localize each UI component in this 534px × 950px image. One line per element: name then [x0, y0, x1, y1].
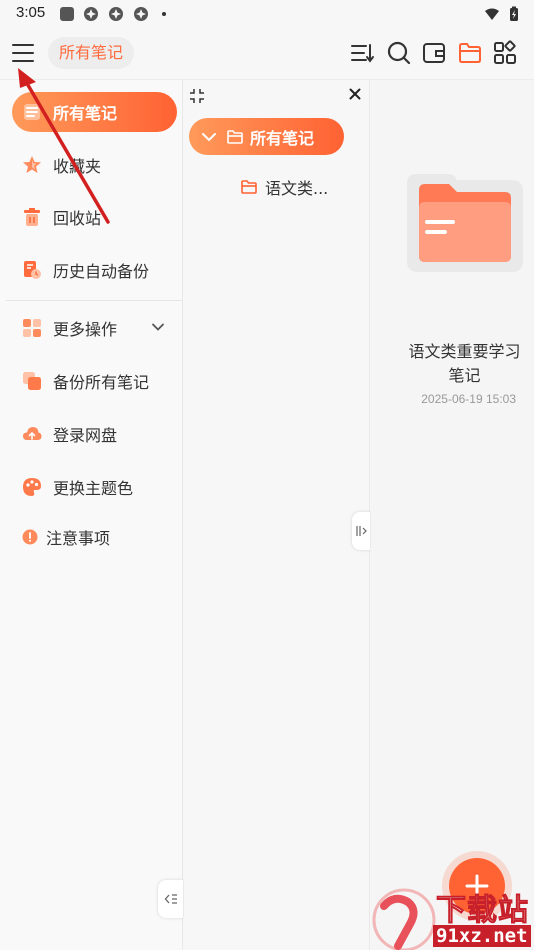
- notification-square-icon: [60, 7, 74, 21]
- sidebar-item-change-theme-color[interactable]: 更换主题色: [12, 467, 177, 507]
- sidebar-item-label: 注意事项: [46, 529, 111, 548]
- cloud-upload-icon: [23, 427, 42, 440]
- notes-content-panel: 语文类重要学习笔记 2025-06-19 15:03: [371, 80, 534, 950]
- palette-icon: [23, 478, 41, 496]
- info-alert-icon: [22, 529, 38, 545]
- sidebar-item-auto-backup-history[interactable]: 历史自动备份: [12, 250, 177, 290]
- tree-root-all-notes[interactable]: 所有笔记: [189, 118, 344, 155]
- notes-list-icon: [24, 104, 40, 120]
- battery-icon: [510, 6, 518, 21]
- folder-view-icon[interactable]: [457, 40, 483, 66]
- sidebar-item-label: 回收站: [53, 209, 102, 228]
- more-notifications-dot: [162, 12, 166, 16]
- grid-apps-icon[interactable]: [492, 40, 518, 66]
- sidebar-item-notes-precautions[interactable]: 注意事项: [12, 517, 177, 557]
- watermark-text: 下载站: [436, 893, 529, 929]
- sidebar-item-all-notes[interactable]: 所有笔记: [12, 92, 177, 132]
- sidebar-item-label: 历史自动备份: [53, 262, 150, 281]
- sidebar-divider: [6, 300, 183, 301]
- wallet-icon[interactable]: [421, 40, 447, 66]
- sidebar-item-more-actions[interactable]: 更多操作: [12, 308, 177, 348]
- folder-tree-panel: 所有笔记 语文类...: [184, 80, 370, 950]
- chevron-down-icon[interactable]: [200, 128, 218, 146]
- notification-app-icon: [109, 7, 123, 21]
- hamburger-menu-icon[interactable]: [11, 41, 35, 65]
- tree-root-label: 所有笔记: [250, 128, 315, 148]
- notification-app-icon: [134, 7, 148, 21]
- note-date: 2025-06-19 15:03: [421, 392, 516, 406]
- wifi-icon: [485, 8, 499, 20]
- sidebar-item-label: 更多操作: [53, 320, 118, 339]
- sidebar-item-label: 登录网盘: [53, 426, 118, 445]
- close-icon[interactable]: [347, 86, 363, 102]
- sidebar-item-label: 备份所有笔记: [53, 373, 150, 392]
- sidebar-item-login-cloud-drive[interactable]: 登录网盘: [12, 414, 177, 454]
- notification-app-icon: [84, 7, 98, 21]
- more-actions-icon: [23, 319, 41, 337]
- collapse-sidebar-button[interactable]: [158, 880, 183, 918]
- backup-copy-icon: [23, 372, 41, 390]
- note-card[interactable]: 语文类重要学习笔记 2025-06-19 15:03: [371, 170, 534, 410]
- tree-folder-label: 语文类...: [265, 179, 329, 198]
- shrink-icon[interactable]: [189, 88, 205, 104]
- folder-icon: [241, 180, 257, 194]
- note-title: 语文类重要学习笔记: [408, 342, 521, 385]
- sidebar-item-label: 更换主题色: [53, 479, 134, 498]
- folder-note-icon: [407, 174, 523, 272]
- star-icon: [23, 156, 41, 173]
- collapse-left-icon: [164, 894, 177, 904]
- status-bar: 3:05: [0, 0, 534, 28]
- folder-icon: [227, 129, 243, 144]
- tree-folder-item[interactable]: 语文类...: [240, 174, 328, 200]
- breadcrumb[interactable]: 所有笔记: [48, 37, 135, 69]
- sidebar-item-recycle-bin[interactable]: 回收站: [12, 197, 177, 237]
- sidebar: 所有笔记 收藏夹 回收站 历史自动备份 更多操作 备份所有笔记 登录网盘 更换主…: [0, 80, 183, 950]
- sort-icon[interactable]: [349, 40, 375, 66]
- sidebar-item-backup-all-notes[interactable]: 备份所有笔记: [12, 361, 177, 401]
- status-time: 3:05: [16, 4, 46, 21]
- panel-resize-handle[interactable]: [352, 512, 370, 550]
- trash-icon: [24, 208, 40, 226]
- backup-history-icon: [24, 261, 41, 279]
- expand-right-icon: [356, 526, 367, 536]
- sidebar-item-label: 所有笔记: [53, 104, 118, 123]
- sidebar-item-favorites[interactable]: 收藏夹: [12, 145, 177, 185]
- top-app-bar: 所有笔记: [0, 28, 534, 80]
- sidebar-item-label: 收藏夹: [53, 157, 102, 176]
- chevron-down-icon: [152, 323, 164, 331]
- watermark-url: 91xz.net: [433, 925, 531, 947]
- search-icon[interactable]: [386, 40, 412, 66]
